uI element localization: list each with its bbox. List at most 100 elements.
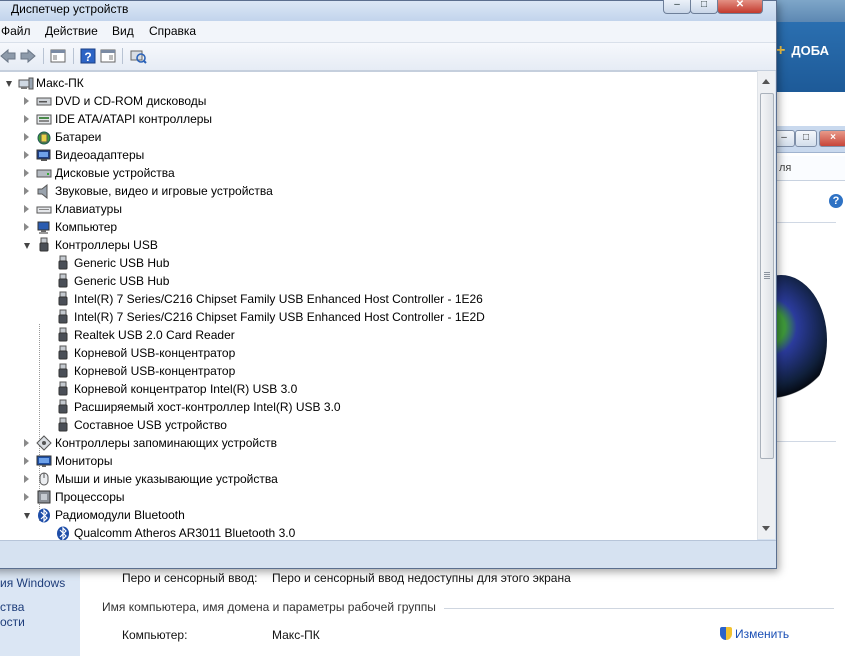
device-category-item[interactable]: Макс-ПК <box>0 74 757 92</box>
scrollbar-thumb[interactable] <box>760 93 774 459</box>
device-tree-item[interactable]: Generic USB Hub <box>0 254 757 272</box>
device-manager-window: Диспетчер устройств – □ ✕ Файл Действие … <box>0 0 777 569</box>
menu-view[interactable]: Вид <box>112 24 134 38</box>
add-button[interactable]: + ДОБА <box>776 42 829 60</box>
usb-icon <box>58 327 68 342</box>
back-icon[interactable] <box>0 47 17 65</box>
device-tree-item[interactable]: Realtek USB 2.0 Card Reader <box>0 326 757 344</box>
expand-arrow-icon[interactable] <box>24 97 29 105</box>
device-tree-item[interactable]: Корневой концентратор Intel(R) USB 3.0 <box>0 380 757 398</box>
titlebar[interactable]: Диспетчер устройств – □ ✕ <box>0 0 776 21</box>
device-tree-item[interactable]: Расширяемый хост-контроллер Intel(R) USB… <box>0 398 757 416</box>
expand-arrow-icon[interactable] <box>24 475 29 483</box>
device-category-item[interactable]: DVD и CD-ROM дисководы <box>0 92 757 110</box>
usb-icon <box>58 309 68 324</box>
change-settings-link[interactable]: Изменить <box>720 627 789 641</box>
device-category-item[interactable]: Звуковые, видео и игровые устройства <box>0 182 757 200</box>
menu-action[interactable]: Действие <box>45 24 98 38</box>
device-category-item[interactable]: Видеоадаптеры <box>0 146 757 164</box>
device-tree-label: Дисковые устройства <box>55 166 175 180</box>
toolbar: ? <box>0 43 776 71</box>
usb-icon <box>58 399 68 414</box>
view-icon[interactable] <box>99 47 117 65</box>
usb-icon <box>58 363 68 378</box>
device-category-item[interactable]: Радиомодули Bluetooth <box>0 506 757 524</box>
device-tree-label: Контроллеры USB <box>55 238 158 252</box>
forward-icon[interactable] <box>19 47 37 65</box>
vertical-scrollbar[interactable] <box>757 71 775 539</box>
computer-icon <box>37 221 50 234</box>
scan-hardware-icon[interactable] <box>129 47 147 65</box>
collapse-arrow-icon[interactable] <box>24 513 30 519</box>
device-tree-label: Видеоадаптеры <box>55 148 145 162</box>
collapse-arrow-icon[interactable] <box>24 243 30 249</box>
device-category-item[interactable]: Дисковые устройства <box>0 164 757 182</box>
secondary-address-bar[interactable]: ля <box>777 156 845 181</box>
device-category-item[interactable]: Процессоры <box>0 488 757 506</box>
device-tree-item[interactable]: Intel(R) 7 Series/C216 Chipset Family US… <box>0 308 757 326</box>
expand-arrow-icon[interactable] <box>24 133 29 141</box>
device-tree-item[interactable]: Составное USB устройство <box>0 416 757 434</box>
secondary-close-button[interactable]: × <box>819 130 845 147</box>
device-category-item[interactable]: Мыши и иные указывающие устройства <box>0 470 757 488</box>
device-tree-label: IDE ATA/ATAPI контроллеры <box>55 112 213 126</box>
menu-file[interactable]: Файл <box>1 24 31 38</box>
device-tree-item[interactable]: Generic USB Hub <box>0 272 757 290</box>
plus-icon: + <box>776 42 786 59</box>
close-button[interactable]: ✕ <box>717 0 763 14</box>
device-tree-item[interactable]: Intel(R) 7 Series/C216 Chipset Family US… <box>0 290 757 308</box>
device-category-item[interactable]: Батареи <box>0 128 757 146</box>
properties-icon[interactable] <box>49 47 67 65</box>
device-tree-label: Intel(R) 7 Series/C216 Chipset Family US… <box>74 310 485 324</box>
minimize-button[interactable]: – <box>663 0 691 14</box>
device-tree-label: Мониторы <box>55 454 113 468</box>
device-tree-item[interactable]: Корневой USB-концентратор <box>0 362 757 380</box>
device-tree-label: DVD и CD-ROM дисководы <box>55 94 207 108</box>
device-tree-item[interactable]: Корневой USB-концентратор <box>0 344 757 362</box>
device-category-item[interactable]: Контроллеры запоминающих устройств <box>0 434 757 452</box>
help-icon[interactable]: ? <box>829 194 843 208</box>
usb-icon <box>58 273 68 288</box>
expand-arrow-icon[interactable] <box>24 115 29 123</box>
device-category-item[interactable]: Компьютер <box>0 218 757 236</box>
device-tree-label: Контроллеры запоминающих устройств <box>55 436 277 450</box>
sidebar-link[interactable]: ства <box>0 600 24 614</box>
expand-arrow-icon[interactable] <box>24 205 29 213</box>
usb-icon <box>58 381 68 396</box>
toolbar-separator <box>122 48 123 64</box>
device-category-item[interactable]: Клавиатуры <box>0 200 757 218</box>
section-divider <box>444 608 834 609</box>
uac-shield-icon <box>720 627 732 640</box>
device-tree-label: Realtek USB 2.0 Card Reader <box>74 328 235 342</box>
computer-value: Макс-ПК <box>272 628 320 642</box>
help-icon[interactable]: ? <box>79 47 97 65</box>
device-category-item[interactable]: IDE ATA/ATAPI контроллеры <box>0 110 757 128</box>
device-category-item[interactable]: Контроллеры USB <box>0 236 757 254</box>
scroll-down-icon[interactable] <box>762 526 770 531</box>
collapse-arrow-icon[interactable] <box>6 81 12 87</box>
expand-arrow-icon[interactable] <box>24 151 29 159</box>
scroll-up-icon[interactable] <box>762 79 770 84</box>
expand-arrow-icon[interactable] <box>24 169 29 177</box>
secondary-maximize-button[interactable]: □ <box>795 130 817 147</box>
expand-arrow-icon[interactable] <box>24 493 29 501</box>
pen-touch-label: Перо и сенсорный ввод: <box>122 571 258 585</box>
expand-arrow-icon[interactable] <box>24 187 29 195</box>
computer-name-section-heading: Имя компьютера, имя домена и параметры р… <box>102 600 436 614</box>
device-tree-label: Составное USB устройство <box>74 418 227 432</box>
device-tree-label: Generic USB Hub <box>74 274 170 288</box>
device-tree-item[interactable]: Qualcomm Atheros AR3011 Bluetooth 3.0 <box>0 524 757 540</box>
device-tree-label: Компьютер <box>55 220 118 234</box>
processor-icon <box>37 490 51 504</box>
expand-arrow-icon[interactable] <box>24 223 29 231</box>
usb-icon <box>58 417 68 432</box>
usb-icon <box>39 237 49 252</box>
sidebar-link-windows[interactable]: ия Windows <box>0 576 65 590</box>
keyboard-icon <box>36 206 52 214</box>
device-category-item[interactable]: Мониторы <box>0 452 757 470</box>
menu-help[interactable]: Справка <box>149 24 196 38</box>
maximize-button[interactable]: □ <box>690 0 718 14</box>
expand-arrow-icon[interactable] <box>24 439 29 447</box>
expand-arrow-icon[interactable] <box>24 457 29 465</box>
sidebar-link[interactable]: ости <box>0 615 25 629</box>
